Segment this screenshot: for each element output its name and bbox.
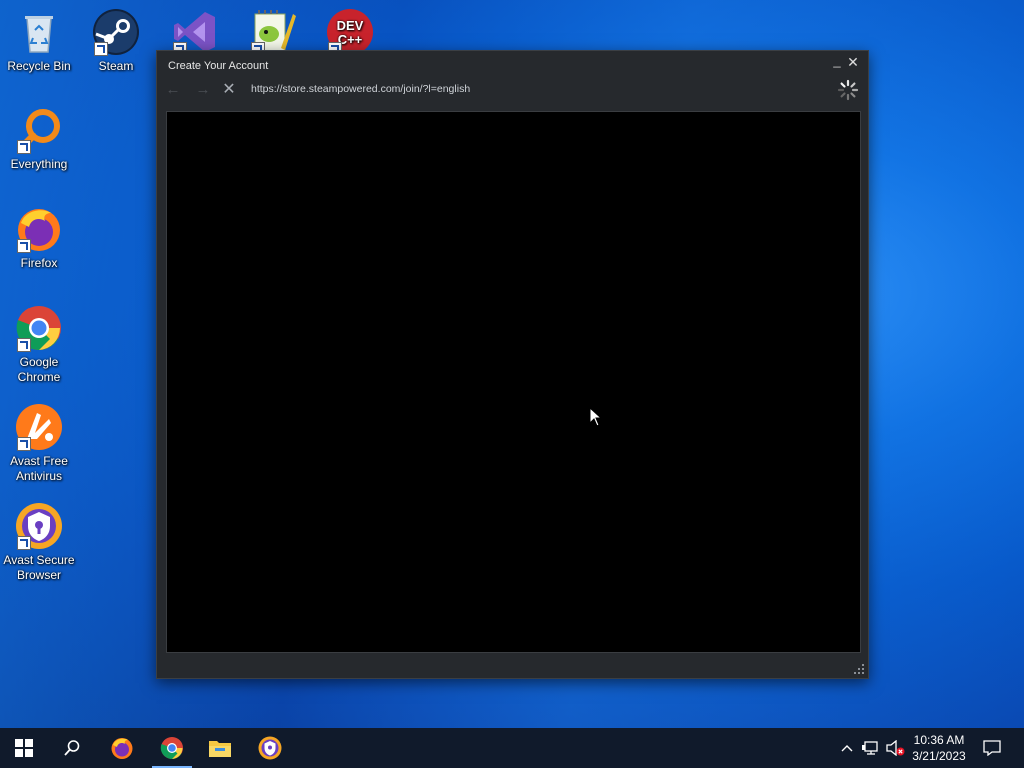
shortcut-arrow-icon [17,437,31,451]
file-explorer-icon [209,741,231,757]
notification-icon [983,740,1001,756]
show-hidden-icons-button[interactable] [838,728,856,768]
taskbar-chrome[interactable] [148,728,196,768]
chrome-icon [15,304,63,352]
minimize-button[interactable]: _ [831,54,843,69]
volume-tray-button[interactable] [884,728,906,768]
taskbar-file-explorer[interactable] [196,728,244,768]
volume-muted-icon [886,740,905,756]
url-display: https://store.steampowered.com/join/?l=e… [251,83,471,95]
desktop-icon-label: Avast Secure Browser [3,553,75,582]
desktop-icon-avast-secure-browser[interactable]: Avast Secure Browser [2,502,76,583]
chrome-icon [160,737,183,759]
desktop-icon-label: Everything [10,157,68,171]
desktop-icon-label: Recycle Bin [7,59,71,73]
clock-time: 10:36 AM [913,733,965,747]
taskbar-firefox[interactable] [98,728,146,768]
shortcut-arrow-icon [17,140,31,154]
dev-cpp-icon: DEV C++ [326,8,374,56]
back-arrow-icon[interactable]: ← [164,82,182,98]
stop-loading-button[interactable]: ✕ [220,82,238,98]
desktop-icon-label: Steam [98,59,134,73]
close-button[interactable]: ✕ [847,55,859,69]
shortcut-arrow-icon [17,239,31,253]
notepad-plus-plus-icon [249,8,297,56]
network-icon [862,741,878,755]
desktop-icon-recycle-bin[interactable]: Recycle Bin [2,8,76,74]
avast-secure-browser-icon [258,736,282,760]
everything-search-icon [15,106,63,154]
loading-spinner-icon [837,79,859,101]
avast-secure-browser-icon [15,502,63,550]
window-title: Create Your Account [168,60,269,72]
firefox-icon [15,205,63,253]
forward-arrow-icon[interactable]: → [194,82,212,98]
desktop-icon-everything[interactable]: Everything [2,106,76,172]
shortcut-arrow-icon [94,42,108,56]
resize-grip-icon[interactable] [854,664,864,674]
firefox-icon [111,738,133,759]
clock-date: 3/21/2023 [912,749,966,763]
dev-cpp-badge-line1: DEV [337,18,364,33]
action-center-button[interactable] [978,728,1006,768]
desktop-icon-label: Firefox [20,256,58,270]
steam-icon [92,8,140,56]
desktop-icon-firefox[interactable]: Firefox [2,205,76,271]
windows-start-icon [15,739,33,757]
steam-create-account-window[interactable]: Create Your Account _ ✕ ← → ✕ https://st… [156,50,869,679]
shortcut-arrow-icon [17,536,31,550]
taskbar: 10:36 AM 3/21/2023 [0,728,1024,768]
desktop-icon-google-chrome[interactable]: Google Chrome [2,304,76,385]
taskbar-clock[interactable]: 10:36 AM 3/21/2023 [904,732,974,764]
desktop-icon-avast-free-antivirus[interactable]: Avast Free Antivirus [2,403,76,484]
visual-studio-icon [171,8,219,56]
chevron-up-icon [841,745,853,752]
desktop-icon-steam[interactable]: Steam [79,8,153,74]
mouse-cursor-icon [589,406,603,427]
avast-antivirus-icon [15,403,63,451]
desktop-icon-label: Avast Free Antivirus [10,454,68,483]
taskbar-search-button[interactable] [48,728,96,768]
network-tray-button[interactable] [860,728,882,768]
search-icon [64,740,80,756]
web-content-area[interactable] [166,111,861,653]
start-button[interactable] [0,728,48,768]
shortcut-arrow-icon [17,338,31,352]
desktop-icon-label: Google Chrome [17,355,61,384]
taskbar-avast-secure-browser[interactable] [246,728,294,768]
recycle-bin-icon [15,8,63,56]
